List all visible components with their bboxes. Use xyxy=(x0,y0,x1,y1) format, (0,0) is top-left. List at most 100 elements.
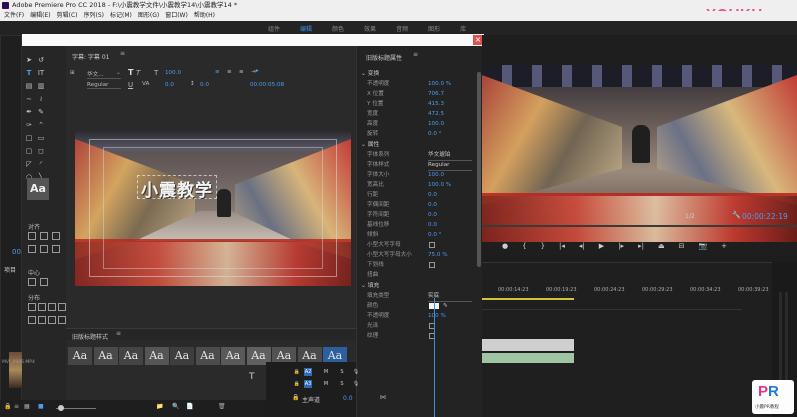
mark-out-icon[interactable]: } xyxy=(541,242,545,252)
rounded-corner-icon[interactable]: ◻ xyxy=(36,147,46,156)
distribute-1-icon[interactable] xyxy=(28,303,36,311)
property-section[interactable]: ⌄ 变换 xyxy=(361,68,379,77)
distribute-3-icon[interactable] xyxy=(48,303,56,311)
chevron-down-icon[interactable]: ⌄ xyxy=(361,142,368,148)
rounded-rect-icon[interactable]: ▢ xyxy=(24,147,34,156)
lock-icon[interactable]: 🔒 xyxy=(292,394,299,401)
solo-button[interactable]: S xyxy=(338,380,346,388)
audio-clip-2[interactable] xyxy=(482,353,574,363)
microphone-icon[interactable]: 🎙 xyxy=(352,380,360,388)
property-value[interactable]: 100.0 xyxy=(428,170,444,180)
property-value[interactable]: 706.7 xyxy=(428,89,444,99)
icon-view-icon[interactable]: ▦ xyxy=(24,403,30,410)
pen-tool-icon[interactable]: ✒ xyxy=(24,108,34,117)
titler-canvas[interactable]: 小震教学 xyxy=(75,131,351,286)
style-swatch[interactable]: Aa xyxy=(221,347,245,365)
clip-thumbnail[interactable] xyxy=(9,352,23,388)
selection-tool-icon[interactable]: ➤ xyxy=(24,56,34,65)
property-value[interactable]: 100.0 % xyxy=(428,79,451,89)
solo-button[interactable]: S xyxy=(338,368,346,376)
property-value[interactable]: 0.0 ° xyxy=(428,129,441,139)
property-value[interactable]: 0.0 xyxy=(428,190,437,200)
area-type-tool-icon[interactable]: ▤ xyxy=(24,82,34,91)
distribute-6-icon[interactable] xyxy=(38,316,46,324)
timeline-ruler[interactable]: 00:00:14:23 00:00:19:23 00:00:24:23 00:00:2… xyxy=(482,287,772,297)
align-left-text-icon[interactable]: ≡ xyxy=(215,69,220,75)
styles-menu-icon[interactable]: ≡ xyxy=(116,330,121,337)
menu-item-4[interactable]: 标记(M) xyxy=(110,11,132,21)
track-lock-icon[interactable]: 🔒 xyxy=(293,368,301,376)
lift-icon[interactable]: ⏏ xyxy=(658,242,665,252)
add-marker-icon[interactable]: ● xyxy=(502,242,508,252)
rectangle-tool-icon[interactable]: □ xyxy=(24,134,34,143)
new-item-icon[interactable]: 📄 xyxy=(186,403,193,410)
property-section[interactable]: ⌄ 属性 xyxy=(361,139,379,148)
playhead-line[interactable] xyxy=(434,298,435,417)
styles-title[interactable]: 旧版标题样式 xyxy=(72,332,108,341)
italic-icon[interactable]: T xyxy=(136,69,140,77)
property-value[interactable]: 75.0 % xyxy=(428,250,448,260)
menu-item-1[interactable]: 编辑(E) xyxy=(30,11,50,21)
step-back-icon[interactable]: ◂| xyxy=(579,242,585,252)
workspace-tab-5[interactable]: 图形 xyxy=(428,24,440,33)
workspace-tab-3[interactable]: 效果 xyxy=(364,24,376,33)
export-frame-icon[interactable]: 📷 xyxy=(698,242,707,252)
vertical-type-tool-icon[interactable]: IT xyxy=(36,69,46,78)
panel-menu-icon[interactable]: ≡ xyxy=(120,50,125,57)
align-right-icon[interactable] xyxy=(52,232,60,240)
align-top-icon[interactable] xyxy=(28,245,36,253)
titler-panel-tab[interactable]: 字幕: 字幕 01 xyxy=(72,52,109,61)
property-value[interactable]: 100 % xyxy=(428,311,446,321)
property-value[interactable]: 0.0 xyxy=(428,220,437,230)
clipped-corner-icon[interactable]: ▭ xyxy=(36,134,46,143)
workspace-tab-6[interactable]: 库 xyxy=(460,24,466,33)
show-video-icon[interactable]: ▸ xyxy=(256,68,259,74)
style-swatch[interactable]: Aa xyxy=(170,347,194,365)
titler-timecode[interactable]: 00:00:05:08 xyxy=(250,82,284,88)
find-icon[interactable]: 🔍 xyxy=(172,403,179,410)
menu-item-5[interactable]: 图形(G) xyxy=(138,11,159,21)
menu-item-0[interactable]: 文件(F) xyxy=(4,11,24,21)
mute-button[interactable]: M xyxy=(322,368,330,376)
program-zoom[interactable]: 1/2 xyxy=(685,213,695,220)
distribute-5-icon[interactable] xyxy=(28,316,36,324)
track-lock-icon[interactable]: 🔒 xyxy=(293,380,301,388)
go-to-out-icon[interactable]: ▸| xyxy=(638,242,644,252)
clear-icon[interactable]: 🗑 xyxy=(218,403,226,410)
convert-anchor-icon[interactable]: ⌃ xyxy=(36,121,46,130)
property-value[interactable]: 0.0 xyxy=(428,200,437,210)
settings-wrench-icon[interactable]: 🔧 xyxy=(732,211,741,219)
list-view-icon[interactable]: ≡ xyxy=(14,403,19,410)
type-tool-icon[interactable]: T xyxy=(24,69,34,78)
font-size-value[interactable]: 100.0 xyxy=(165,70,181,76)
property-value[interactable]: 100.0 xyxy=(428,119,444,129)
tab-stops-icon[interactable]: ⇥ xyxy=(251,69,256,75)
mark-in-icon[interactable]: { xyxy=(522,242,526,252)
style-swatch[interactable]: Aa xyxy=(195,347,220,365)
eyedropper-icon[interactable]: ✎ xyxy=(443,301,448,311)
path-type-tool-icon[interactable]: ∼ xyxy=(24,95,34,104)
menu-item-7[interactable]: 帮助(H) xyxy=(194,11,215,21)
align-center-icon[interactable] xyxy=(40,232,48,240)
freeform-view-icon[interactable]: ■ xyxy=(38,403,44,410)
chevron-down-icon[interactable]: ⌄ xyxy=(361,283,368,289)
mute-button[interactable]: M xyxy=(322,380,330,388)
property-value[interactable]: 0.0 ° xyxy=(428,230,441,240)
title-overlay-text[interactable]: 小震教学 xyxy=(141,176,213,201)
go-to-in-icon[interactable]: |◂ xyxy=(559,242,565,252)
program-progress[interactable] xyxy=(482,225,797,227)
align-bottom-icon[interactable] xyxy=(52,245,60,253)
microphone-icon[interactable]: 🎙 xyxy=(352,368,360,376)
center-horizontal-icon[interactable] xyxy=(28,278,36,286)
font-style-dropdown[interactable]: Regular xyxy=(87,82,121,89)
master-value[interactable]: 0.0 xyxy=(343,395,353,402)
add-anchor-icon[interactable]: ✑ xyxy=(24,121,34,130)
property-section[interactable]: ⌄ 填充 xyxy=(361,280,379,289)
timeline-type-tool-icon[interactable]: T xyxy=(249,372,255,382)
new-title-icon[interactable]: ⊞ xyxy=(70,70,75,76)
property-value[interactable]: 472.5 xyxy=(428,109,444,119)
chevron-down-icon[interactable]: ⌄ xyxy=(361,71,368,77)
property-checkbox[interactable] xyxy=(429,262,435,268)
leading-value[interactable]: 0.0 xyxy=(200,82,209,88)
align-middle-icon[interactable] xyxy=(40,245,48,253)
